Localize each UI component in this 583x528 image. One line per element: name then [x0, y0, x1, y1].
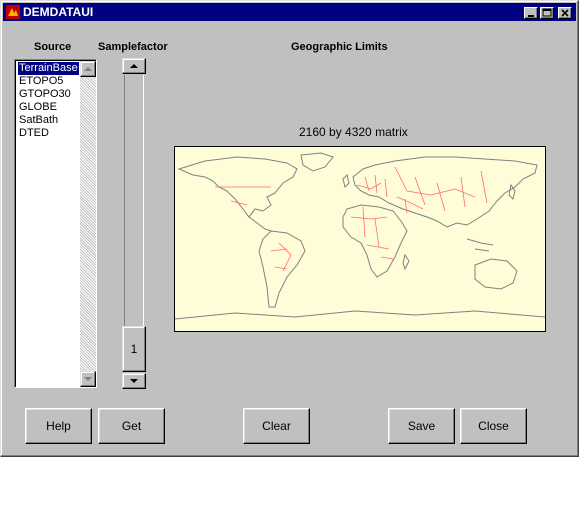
window-title: DEMDATAUI — [23, 5, 94, 19]
source-item-gtopo30[interactable]: GTOPO30 — [18, 88, 72, 101]
maximize-icon — [542, 8, 552, 17]
south-america-borders — [270, 242, 292, 272]
middle-east-borders — [396, 196, 424, 214]
clear-button[interactable]: Clear — [243, 408, 310, 444]
maximize-button[interactable] — [540, 7, 554, 19]
antarctica-coast — [174, 310, 546, 320]
madagascar-coast — [402, 253, 410, 271]
indonesia-coast — [466, 238, 494, 252]
source-item-globe[interactable]: GLOBE — [18, 101, 58, 114]
title-bar[interactable]: DEMDATAUI — [3, 3, 576, 21]
minimize-button[interactable] — [524, 7, 538, 19]
world-map[interactable] — [174, 146, 546, 332]
south-america-coast — [258, 230, 306, 308]
close-button[interactable]: Close — [460, 408, 527, 444]
source-list-scrollbar[interactable] — [80, 61, 96, 387]
uk-coast — [342, 174, 350, 188]
samplefactor-value: 1 — [130, 342, 138, 356]
slider-up-button[interactable] — [122, 58, 146, 74]
africa-borders — [350, 206, 394, 260]
source-item-terrainbase[interactable]: TerrainBase — [18, 62, 79, 75]
close-window-button[interactable] — [558, 7, 572, 19]
scroll-up-button[interactable] — [80, 61, 96, 77]
get-button[interactable]: Get — [98, 408, 165, 444]
help-button[interactable]: Help — [25, 408, 92, 444]
geographic-limits-label: Geographic Limits — [291, 41, 388, 53]
source-item-satbath[interactable]: SatBath — [18, 114, 59, 127]
source-item-dted[interactable]: DTED — [18, 127, 50, 140]
samplefactor-slider[interactable]: 1 — [122, 58, 146, 389]
matrix-info-text: 2160 by 4320 matrix — [299, 125, 408, 139]
slider-thumb[interactable]: 1 — [122, 326, 146, 372]
australia-coast — [474, 258, 518, 290]
central-america-coast — [248, 216, 272, 232]
matlab-icon — [6, 5, 20, 19]
world-map-graphic — [174, 152, 546, 320]
scroll-down-button[interactable] — [80, 371, 96, 387]
demdataui-window: DEMDATAUI Source Samplefactor Geographic… — [0, 0, 579, 457]
close-icon — [561, 9, 569, 17]
arrow-up-icon — [130, 64, 138, 68]
europe-borders — [356, 174, 388, 198]
africa-coast — [342, 204, 408, 278]
asia-borders — [394, 166, 488, 212]
save-button[interactable]: Save — [388, 408, 455, 444]
source-listbox[interactable]: TerrainBase ETOPO5 GTOPO30 GLOBE SatBath… — [14, 59, 97, 388]
arrow-down-icon — [130, 379, 138, 383]
source-item-etopo5[interactable]: ETOPO5 — [18, 75, 64, 88]
greenland-coast — [300, 152, 334, 172]
arrow-up-icon — [84, 67, 92, 71]
samplefactor-label: Samplefactor — [98, 41, 168, 53]
arrow-down-icon — [84, 377, 92, 381]
minimize-icon — [528, 15, 534, 17]
source-label: Source — [34, 41, 72, 53]
slider-down-button[interactable] — [122, 373, 146, 389]
